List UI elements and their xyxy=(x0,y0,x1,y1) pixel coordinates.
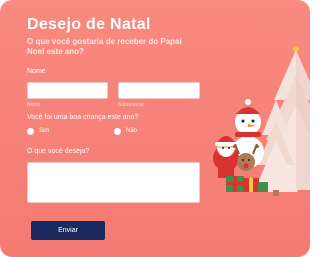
first-name-sublabel: Nome xyxy=(27,102,41,108)
wish-textarea[interactable] xyxy=(27,162,200,203)
radio-no[interactable] xyxy=(114,128,121,135)
first-name-input[interactable] xyxy=(27,82,108,99)
last-name-input[interactable] xyxy=(118,82,200,99)
good-child-question: Você foi uma boa criança este ano? xyxy=(27,114,139,121)
radio-yes[interactable] xyxy=(27,128,34,135)
santa-claus-icon xyxy=(213,136,239,178)
radio-no-label: Não xyxy=(126,128,138,134)
christmas-wish-form-card: Desejo de Natal O que você gostaria de r… xyxy=(0,0,310,257)
form-title: Desejo de Natal xyxy=(27,16,151,33)
submit-button[interactable]: Enviar xyxy=(31,221,105,240)
christmas-illustration xyxy=(213,46,310,196)
radio-yes-label: Sim xyxy=(39,128,50,134)
form-subtitle: O que você gostaria de receber do Papai … xyxy=(27,37,182,56)
name-label: Nome xyxy=(27,68,46,75)
last-name-sublabel: Sobrenome xyxy=(118,102,144,108)
wish-label: O que você deseja? xyxy=(27,148,90,155)
